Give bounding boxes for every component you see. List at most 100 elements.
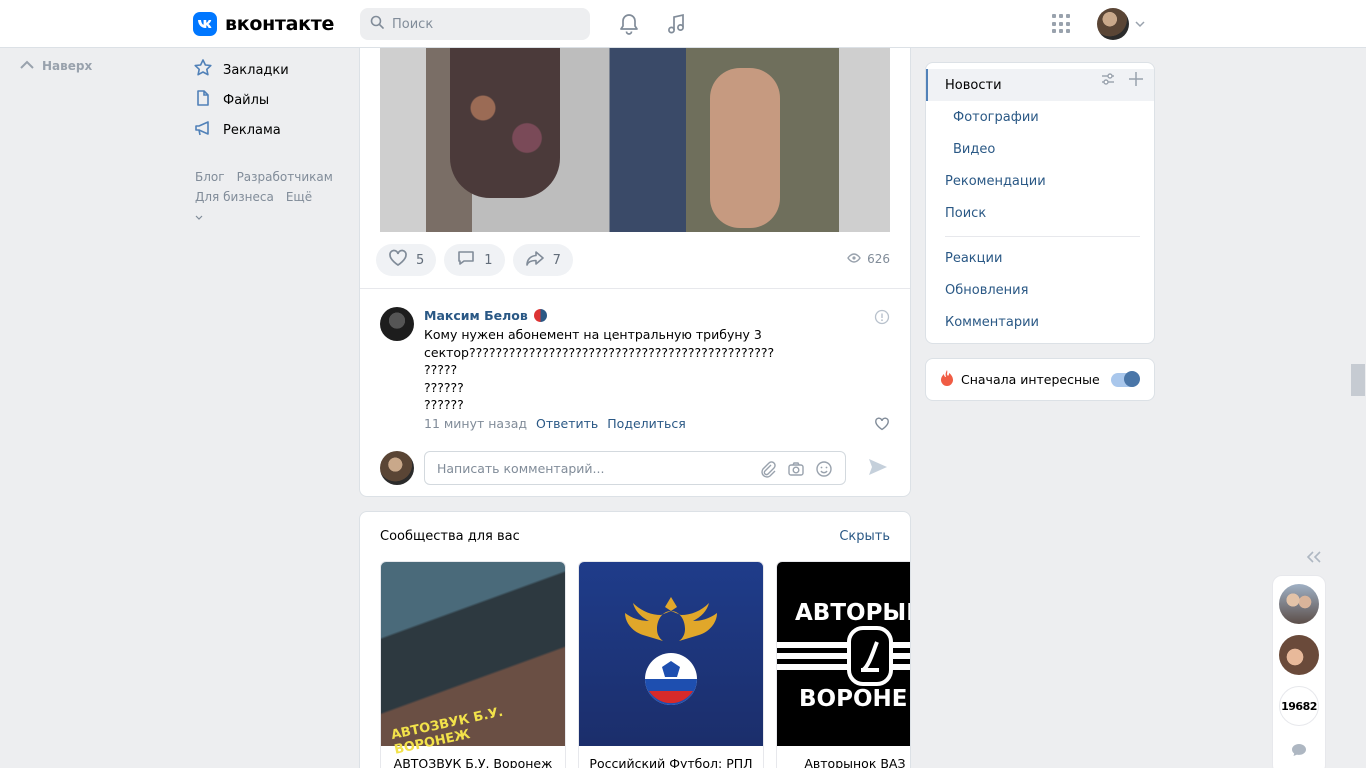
post-actions: 5 1 7: [376, 244, 573, 276]
community-image-text: ВОРОНЕ: [799, 686, 908, 712]
file-icon: [193, 88, 213, 112]
comment-author-name: Максим Белов: [424, 308, 528, 323]
chat-bubble-icon[interactable]: [1291, 743, 1307, 761]
nav-item-label: Закладки: [223, 62, 289, 78]
report-icon[interactable]: [874, 309, 890, 329]
composer-tools: [759, 460, 833, 482]
comment-count: 1: [484, 252, 493, 268]
community-name: Российский Футбол: РПЛ: [589, 756, 753, 768]
community-image: [579, 562, 763, 746]
apps-grid-icon[interactable]: [1052, 14, 1072, 34]
camera-icon[interactable]: [787, 460, 805, 482]
menu-item-comments[interactable]: Комментарии: [926, 306, 1154, 338]
footer-link-developers[interactable]: Разработчикам: [237, 170, 333, 184]
fire-icon: [939, 369, 955, 390]
footer-links: Блог Разработчикам Для бизнеса Ещё: [195, 167, 345, 227]
megaphone-icon: [193, 118, 213, 142]
search-icon: [370, 15, 384, 33]
toggle-knob: [1124, 371, 1140, 387]
scroll-up-link[interactable]: Наверх: [20, 59, 92, 73]
community-tile[interactable]: АВТОЗВУК Б.У. ВОРОНЕЖ АВТОЗВУК Б.У. Воро…: [380, 561, 566, 768]
search-input[interactable]: [392, 16, 572, 32]
comment-meta: 11 минут назад Ответить Поделиться: [424, 416, 686, 431]
nav-item-bookmarks[interactable]: Закладки: [193, 55, 289, 85]
eye-icon: [847, 252, 861, 266]
menu-item-label: Обновления: [945, 282, 1029, 298]
comment-author-link[interactable]: Максим Белов: [424, 308, 547, 323]
nav-item-ads[interactable]: Реклама: [193, 115, 289, 145]
menu-item-label: Новости: [945, 77, 1002, 93]
commenter-avatar[interactable]: [380, 307, 414, 341]
logo-text: вконтакте: [225, 13, 335, 35]
page-scrollbar[interactable]: [1352, 48, 1366, 768]
interesting-first-label: Сначала интересные: [961, 372, 1100, 387]
footer-link-business[interactable]: Для бизнеса: [195, 190, 274, 204]
views-count: 626: [867, 252, 890, 266]
menu-item-label: Комментарии: [945, 314, 1039, 330]
chat-dock: 19682: [1272, 575, 1326, 768]
comment-icon: [456, 249, 476, 271]
menu-item-label: Реакции: [945, 250, 1003, 266]
profile-avatar[interactable]: [1097, 8, 1129, 40]
community-tile[interactable]: Российский Футбол: РПЛ: [578, 561, 764, 768]
share-button[interactable]: 7: [512, 244, 573, 276]
chat-avatar-badge[interactable]: 19682: [1279, 686, 1319, 726]
menu-item-recommendations[interactable]: Рекомендации: [926, 165, 1154, 197]
comment-like-icon[interactable]: [874, 417, 890, 435]
menu-item-reactions[interactable]: Реакции: [926, 242, 1154, 274]
menu-item-updates[interactable]: Обновления: [926, 274, 1154, 306]
scroll-up-label: Наверх: [42, 59, 93, 73]
share-count: 7: [552, 252, 561, 268]
filter-settings-icon[interactable]: [1100, 71, 1116, 91]
comment-button[interactable]: 1: [444, 244, 505, 276]
comment-input[interactable]: [437, 460, 747, 476]
collapse-chats-icon[interactable]: [1306, 551, 1322, 567]
top-header: вконтакте: [0, 0, 1366, 48]
scrollbar-thumb[interactable]: [1351, 364, 1365, 396]
nav-item-label: Реклама: [223, 122, 281, 138]
menu-item-search[interactable]: Поиск: [926, 197, 1154, 229]
menu-item-photos[interactable]: Фотографии: [926, 101, 1154, 133]
community-tile[interactable]: АВТОРЫН ВОРОНЕ Авторынок ВАЗ Вор: [776, 561, 910, 768]
menu-item-label: Рекомендации: [945, 173, 1046, 189]
emoji-icon[interactable]: [815, 460, 833, 482]
search-box[interactable]: [360, 8, 590, 40]
share-icon: [525, 249, 545, 271]
photo-arm: [710, 68, 780, 228]
chat-avatar[interactable]: [1279, 584, 1319, 624]
feed-filter-menu: Новости Фотографии Видео Рекомендации По…: [925, 62, 1155, 344]
community-name: Авторынок ВАЗ Вор: [804, 756, 910, 768]
nav-item-label: Файлы: [223, 92, 270, 108]
share-comment-link[interactable]: Поделиться: [607, 416, 686, 431]
post-photo[interactable]: [380, 48, 890, 232]
interesting-first-toggle[interactable]: [1111, 371, 1140, 387]
reply-link[interactable]: Ответить: [536, 416, 598, 431]
menu-divider: [945, 236, 1140, 237]
like-count: 5: [416, 252, 425, 268]
menu-item-label: Поиск: [945, 205, 987, 221]
plus-icon[interactable]: [1128, 71, 1144, 91]
hide-communities-link[interactable]: Скрыть: [839, 529, 890, 544]
star-icon: [193, 58, 213, 82]
bell-icon[interactable]: [617, 12, 641, 36]
chevron-down-icon[interactable]: [1135, 17, 1145, 32]
like-button[interactable]: 5: [376, 244, 437, 276]
views-counter: 626: [847, 252, 890, 266]
menu-item-label: Видео: [953, 141, 996, 157]
my-avatar[interactable]: [380, 451, 414, 485]
send-icon[interactable]: [867, 457, 889, 481]
comment-text: Кому нужен абонемент на центральную триб…: [424, 327, 775, 412]
vk-logo[interactable]: вконтакте: [193, 12, 334, 36]
nav-item-files[interactable]: Файлы: [193, 85, 289, 115]
chat-avatar[interactable]: [1279, 635, 1319, 675]
divider: [360, 288, 910, 289]
comment-composer[interactable]: [424, 451, 846, 485]
left-nav: Закладки Файлы Реклама: [193, 55, 289, 145]
communities-card: Сообщества для вас Скрыть АВТОЗВУК Б.У. …: [359, 511, 911, 768]
comment-time[interactable]: 11 минут назад: [424, 416, 527, 431]
menu-item-video[interactable]: Видео: [926, 133, 1154, 165]
footer-link-blog[interactable]: Блог: [195, 170, 225, 184]
chat-badge-text: 19682: [1281, 699, 1317, 713]
attach-icon[interactable]: [759, 460, 777, 482]
music-icon[interactable]: [664, 12, 688, 36]
